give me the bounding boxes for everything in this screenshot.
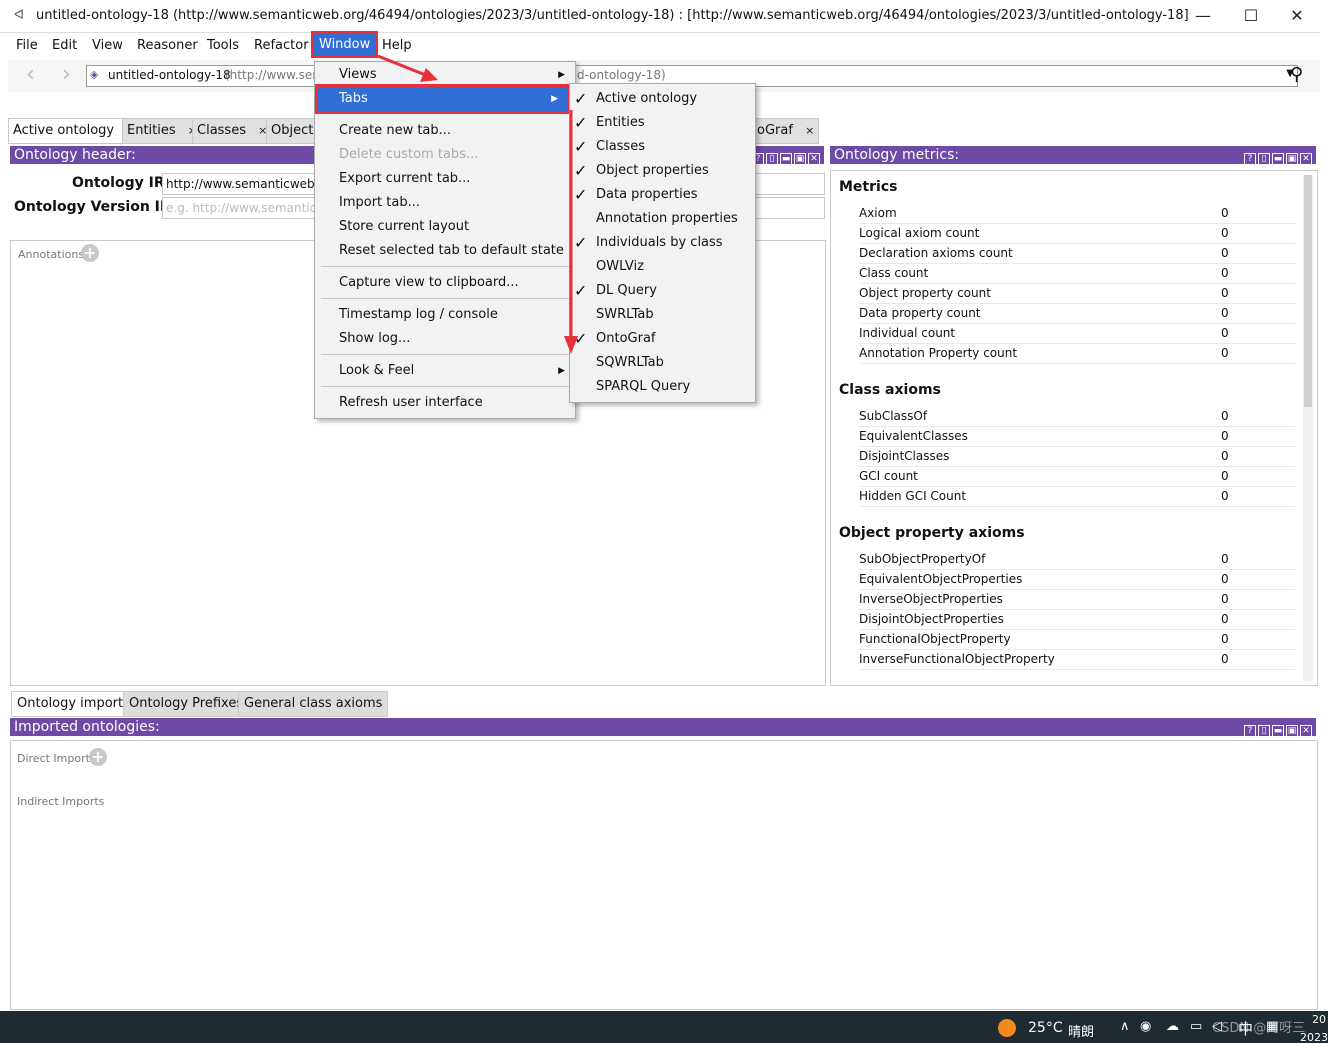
clock-time: 20: [1312, 1013, 1326, 1026]
tray-chevron-icon[interactable]: ∧: [1120, 1019, 1130, 1034]
temperature: 25°C: [1028, 1020, 1063, 1036]
clock-date: 2023: [1300, 1031, 1328, 1044]
weather-text: 晴朗: [1068, 1025, 1095, 1040]
arrow-line: [377, 54, 429, 78]
taskbar: 25°C 晴朗 ∧ ◉ ☁ ▭ ◁ 中 ▦ CSDN @阿呀三 20 2023: [0, 1011, 1328, 1044]
weather-sun-icon: [998, 1019, 1016, 1037]
arrow-head-icon: [564, 336, 578, 354]
annotation-arrows: [377, 54, 578, 354]
csdn-watermark: CSDN @阿呀三: [1212, 1021, 1306, 1036]
display-icon[interactable]: ▭: [1190, 1019, 1202, 1034]
network-icon[interactable]: ☁: [1166, 1019, 1179, 1034]
qq-icon[interactable]: ◉: [1140, 1019, 1151, 1034]
